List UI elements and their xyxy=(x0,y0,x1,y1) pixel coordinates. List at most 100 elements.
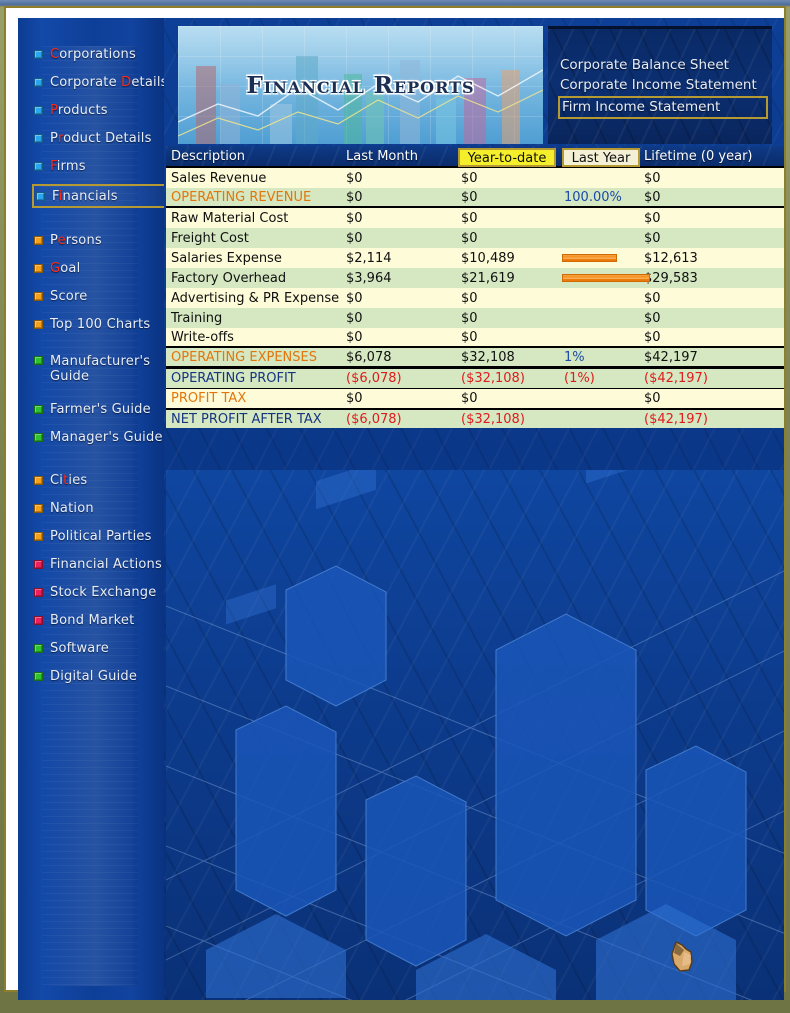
desktop-background: Corporations Corporate Details Products Pro… xyxy=(0,0,790,1013)
bullet-icon xyxy=(36,191,45,201)
row-description: Salaries Expense xyxy=(171,250,282,266)
sidebar-item-bond-market[interactable]: Bond Market xyxy=(34,610,164,631)
report-option-corporate-balance-sheet[interactable]: Corporate Balance Sheet xyxy=(560,55,764,75)
tab-last-year[interactable]: Last Year xyxy=(562,148,640,167)
row-description: PROFIT TAX xyxy=(171,391,247,406)
bullet-icon xyxy=(34,560,43,569)
sidebar-item-label: Financials xyxy=(52,188,118,204)
cell-lifetime: $0 xyxy=(644,170,661,186)
cell-lifetime: $0 xyxy=(644,310,661,326)
financial-reports-banner: Financial Reports xyxy=(178,26,543,144)
sidebar-item-political-parties[interactable]: Political Parties xyxy=(34,526,164,547)
cell-year-to-date: $21,619 xyxy=(461,270,515,286)
sidebar-item-product-details[interactable]: Product Details xyxy=(34,128,164,149)
hotkey-letter: P xyxy=(50,103,58,118)
cell-last-month: ($6,078) xyxy=(346,371,402,386)
bullet-icon xyxy=(34,405,43,414)
sidebar-item-label: Firms xyxy=(50,159,86,174)
row-description: OPERATING PROFIT xyxy=(171,371,296,386)
sidebar-item-label: Digital Guide xyxy=(50,669,138,684)
cell-lifetime: $0 xyxy=(644,189,661,205)
sidebar-item-software[interactable]: Software xyxy=(34,638,164,659)
income-statement-table: Description Last Month Lifetime (0 year)… xyxy=(166,146,784,428)
sidebar-item-stock-exchange[interactable]: Stock Exchange xyxy=(34,582,164,603)
sidebar-item-manufacturer-s-guide[interactable]: Manufacturer's Guide xyxy=(34,354,164,386)
sidebar-item-manager-s-guide[interactable]: Manager's Guide xyxy=(34,427,164,448)
row-description: OPERATING EXPENSES xyxy=(171,349,317,365)
sidebar-item-score[interactable]: Score xyxy=(34,286,164,307)
cell-lifetime: $42,197 xyxy=(644,349,698,365)
row-description: Write-offs xyxy=(171,329,234,345)
tab-year-to-date[interactable]: Year-to-date xyxy=(458,148,556,167)
sidebar-item-label: Product Details xyxy=(50,131,152,146)
sidebar-item-label: Bond Market xyxy=(50,613,135,628)
sidebar-item-farmer-s-guide[interactable]: Farmer's Guide xyxy=(34,399,164,420)
cell-year-to-date: $0 xyxy=(461,170,478,186)
sidebar-item-financial-actions[interactable]: Financial Actions xyxy=(34,554,164,575)
row-description: Factory Overhead xyxy=(171,270,287,286)
sidebar-item-persons[interactable]: Persons xyxy=(34,230,164,251)
sidebar-item-cities[interactable]: Cities xyxy=(34,470,164,491)
cell-year-to-date: $10,489 xyxy=(461,250,515,266)
sidebar-item-label: Manager's Guide xyxy=(50,430,163,445)
sidebar-item-corporations[interactable]: Corporations xyxy=(34,44,164,65)
table-row: PROFIT TAX $0 $0 $0 xyxy=(166,388,784,408)
sidebar-item-nation[interactable]: Nation xyxy=(34,498,164,519)
cell-last-month: $0 xyxy=(346,391,363,406)
bullet-icon xyxy=(34,50,43,59)
window-content: Corporations Corporate Details Products Pro… xyxy=(18,18,784,1000)
cell-last-month: $6,078 xyxy=(346,349,392,365)
table-body: Sales Revenue $0 $0 $0 OPERATING REVENUE $0 $0… xyxy=(166,168,784,428)
cell-percent: 100.00% xyxy=(564,189,622,205)
bullet-icon xyxy=(34,320,43,329)
main-panel: Financial Reports Corporate Balance Shee… xyxy=(166,18,784,1000)
cell-percent xyxy=(564,168,654,188)
bullet-icon xyxy=(34,616,43,625)
sidebar-item-label: Cities xyxy=(50,473,88,488)
row-description: Sales Revenue xyxy=(171,170,267,186)
cell-percent xyxy=(564,288,654,308)
cell-year-to-date: ($32,108) xyxy=(461,411,525,427)
cell-percent xyxy=(564,410,654,428)
table-row: Training $0 $0 $0 xyxy=(166,308,784,328)
bullet-icon xyxy=(34,588,43,597)
bullet-icon xyxy=(34,532,43,541)
table-row: OPERATING EXPENSES $6,078 $32,108 1% $42,197 xyxy=(166,348,784,368)
sidebar-item-products[interactable]: Products xyxy=(34,100,164,121)
bullet-icon xyxy=(34,292,43,301)
sidebar-item-label: Score xyxy=(50,289,88,304)
cell-percent: 1% xyxy=(564,349,585,365)
sidebar-item-label: Farmer's Guide xyxy=(50,402,151,417)
row-description: Raw Material Cost xyxy=(171,210,289,226)
table-row: Salaries Expense $2,114 $10,489 $12,613 xyxy=(166,248,784,268)
sidebar-item-label: Corporations xyxy=(50,47,136,62)
sidebar-item-label: Financial Actions xyxy=(50,557,162,572)
cell-percent xyxy=(564,228,654,248)
sidebar-item-corporate-details[interactable]: Corporate Details xyxy=(34,72,164,93)
row-description: OPERATING REVENUE xyxy=(171,189,312,205)
sidebar-item-financials[interactable]: Financials xyxy=(32,184,164,208)
sidebar-item-firms[interactable]: Firms xyxy=(34,156,164,177)
sidebar-item-top-100-charts[interactable]: Top 100 Charts xyxy=(34,314,164,335)
report-option-firm-income-statement[interactable]: Firm Income Statement xyxy=(558,96,768,119)
bullet-icon xyxy=(34,356,43,365)
cell-year-to-date: ($32,108) xyxy=(461,371,525,386)
cell-lifetime: ($42,197) xyxy=(644,371,708,386)
cell-lifetime: $12,613 xyxy=(644,250,698,266)
sidebar-item-label: Persons xyxy=(50,233,102,248)
cell-percent xyxy=(564,328,654,346)
sidebar-item-goal[interactable]: Goal xyxy=(34,258,164,279)
city-view[interactable] xyxy=(166,470,784,1000)
cell-year-to-date: $0 xyxy=(461,310,478,326)
city-skyline xyxy=(166,470,784,1000)
table-row: Factory Overhead $3,964 $21,619 $29,583 xyxy=(166,268,784,288)
cell-lifetime: ($42,197) xyxy=(644,411,708,427)
sidebar-item-digital-guide[interactable]: Digital Guide xyxy=(34,666,164,687)
report-option-corporate-income-statement[interactable]: Corporate Income Statement xyxy=(560,75,764,95)
sidebar-item-label: Products xyxy=(50,103,108,118)
banner-title: Financial Reports xyxy=(246,72,475,99)
cell-lifetime: $0 xyxy=(644,290,661,306)
bullet-icon xyxy=(34,504,43,513)
column-header-last-month: Last Month xyxy=(346,149,418,164)
bullet-icon xyxy=(34,236,43,245)
